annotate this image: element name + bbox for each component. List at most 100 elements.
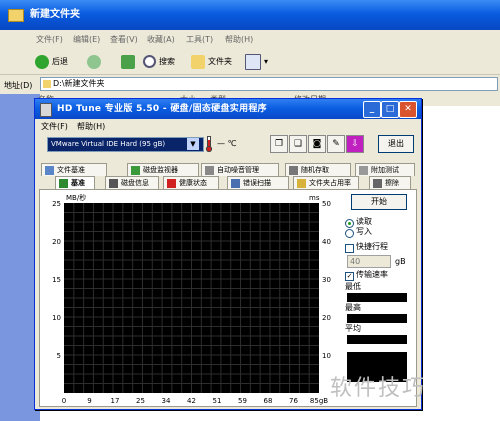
y-right-tick-label: 10 <box>322 352 331 360</box>
tab-label: 基准 <box>71 179 85 187</box>
maximize-button[interactable]: □ <box>381 101 399 118</box>
copy-icon[interactable]: ❐ <box>270 135 288 153</box>
hdtune-menu-file[interactable]: 文件(F) <box>41 120 68 134</box>
address-input[interactable]: D:\新建文件夹 <box>40 77 498 91</box>
search-icon <box>143 55 156 68</box>
tab-extra-tests[interactable]: 附加测试 <box>355 163 415 176</box>
x-tick-label: 76 <box>289 397 298 405</box>
explorer-title: 新建文件夹 <box>30 9 80 20</box>
explorer-toolbar: 后退 搜索 文件夹 ▾ <box>0 50 500 75</box>
x-tick-label: 85gB <box>310 397 328 405</box>
download-icon[interactable]: ⇩ <box>346 135 364 153</box>
tab-label: 擦除 <box>385 179 399 187</box>
y-left-axis-label: MB/秒 <box>66 193 86 202</box>
tab-erase[interactable]: 擦除 <box>369 176 411 189</box>
y-left-tick-label: 15 <box>52 276 61 284</box>
menu-tools[interactable]: 工具(T) <box>186 32 213 48</box>
views-button[interactable]: ▾ <box>242 52 271 72</box>
transfer-rate-checkbox[interactable]: ✓ <box>345 272 354 281</box>
benchmark-chart: 25 20 15 10 5 50 40 30 20 10 0 9 17 25 34 42 51 59 68 76 85g… <box>43 191 339 407</box>
tab-folder-usage[interactable]: 文件夹占用率 <box>293 176 359 189</box>
up-folder-icon <box>121 54 135 69</box>
x-tick-label: 9 <box>87 397 91 405</box>
forward-arrow-icon <box>87 54 101 69</box>
menu-favorites[interactable]: 收藏(A) <box>147 32 175 48</box>
search-button[interactable]: 搜索 <box>140 52 178 72</box>
hdtune-app-icon <box>40 103 52 117</box>
tab-label: 附加测试 <box>371 166 399 174</box>
y-left-tick-label: 10 <box>52 314 61 322</box>
minimize-button[interactable]: _ <box>363 101 381 118</box>
back-button[interactable]: 后退 <box>32 52 71 72</box>
magnifier-icon <box>231 179 240 188</box>
min-label: 最低 <box>345 282 361 291</box>
max-value-box <box>347 314 407 323</box>
transfer-rate-label: 传输速率 <box>356 270 388 279</box>
tab-file-benchmark[interactable]: 文件基准 <box>41 163 107 176</box>
chevron-down-icon[interactable]: ▼ <box>187 138 199 150</box>
tab-label: 磁盘信息 <box>121 179 149 187</box>
tab-disk-info[interactable]: 磁盘信息 <box>105 176 159 189</box>
camera-icon[interactable]: ◙ <box>308 135 326 153</box>
y-right-tick-label: 40 <box>322 238 331 246</box>
x-tick-label: 34 <box>162 397 171 405</box>
menu-edit[interactable]: 编辑(E) <box>73 32 100 48</box>
grid <box>64 203 319 393</box>
short-stroke-label: 快捷行程 <box>356 242 388 251</box>
x-tick-label: 68 <box>264 397 273 405</box>
tab-random-access[interactable]: 随机存取 <box>285 163 351 176</box>
tab-label: 随机存取 <box>301 166 329 174</box>
speaker-icon <box>205 166 214 175</box>
disk-monitor-icon <box>131 166 140 175</box>
options-icon[interactable]: ✎ <box>327 135 345 153</box>
forward-button[interactable] <box>84 52 107 72</box>
tab-error-scan[interactable]: 错误扫描 <box>227 176 289 189</box>
explorer-title-bar[interactable]: 新建文件夹 <box>0 0 500 30</box>
folders-button[interactable]: 文件夹 <box>188 52 235 72</box>
drive-select[interactable]: VMware Virtual IDE Hard (95 gB) <box>47 137 204 152</box>
menu-view[interactable]: 查看(V) <box>110 32 138 48</box>
start-button[interactable]: 开始 <box>351 194 407 210</box>
watermark-text: 软件技巧 <box>330 376 427 401</box>
avg-label: 平均 <box>345 324 361 333</box>
folders-label: 文件夹 <box>208 57 232 66</box>
x-tick-label: 51 <box>213 397 222 405</box>
menu-file[interactable]: 文件(F) <box>36 32 63 48</box>
tab-disk-monitor[interactable]: 磁盘监视器 <box>127 163 199 176</box>
up-button[interactable] <box>118 52 141 72</box>
benchmark-icon <box>59 179 68 188</box>
avg-value-box <box>347 335 407 344</box>
read-radio[interactable] <box>345 219 354 228</box>
x-tick-label: 59 <box>238 397 247 405</box>
address-label: 地址(D) <box>4 81 33 90</box>
search-label: 搜索 <box>159 57 175 66</box>
tab-benchmark[interactable]: 基准 <box>55 176 95 189</box>
short-stroke-checkbox[interactable] <box>345 244 354 253</box>
tab-health[interactable]: 健康状态 <box>163 176 219 189</box>
read-label: 读取 <box>356 217 372 226</box>
hdtune-menu-help[interactable]: 帮助(H) <box>77 120 105 134</box>
y-right-axis-label: ms <box>309 194 320 202</box>
temperature-value: — ℃ <box>217 139 237 148</box>
short-stroke-input[interactable]: 40 <box>347 255 391 268</box>
exit-button[interactable]: 退出 <box>378 135 414 153</box>
close-button[interactable]: ✕ <box>399 101 417 118</box>
hdtune-title-bar[interactable]: HD Tune 专业版 5.50 - 硬盘/固态硬盘实用程序 _ □ ✕ <box>35 99 421 119</box>
tab-label: 健康状态 <box>179 179 207 187</box>
write-radio[interactable] <box>345 229 354 238</box>
write-label: 写入 <box>356 227 372 236</box>
tab-aam[interactable]: 自动噪音管理 <box>201 163 279 176</box>
copy-text-icon[interactable]: ❏ <box>289 135 307 153</box>
y-left-tick-label: 20 <box>52 238 61 246</box>
menu-help[interactable]: 帮助(H) <box>225 32 253 48</box>
min-value-box <box>347 293 407 302</box>
y-left-tick-label: 25 <box>52 200 61 208</box>
back-label: 后退 <box>52 57 68 66</box>
random-access-icon <box>289 166 298 175</box>
tab-label: 自动噪音管理 <box>217 166 259 174</box>
y-right-tick-label: 20 <box>322 314 331 322</box>
tab-label: 错误扫描 <box>243 179 271 187</box>
x-tick-label: 17 <box>111 397 120 405</box>
tab-label: 磁盘监视器 <box>143 166 178 174</box>
erase-icon <box>373 179 382 188</box>
